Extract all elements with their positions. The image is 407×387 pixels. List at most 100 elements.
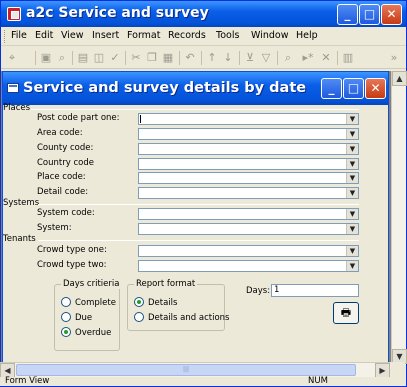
crowd-type-two-combo[interactable]: ▼ [138,260,359,272]
place-code-combo[interactable]: ▼ [138,172,359,184]
delete-record-icon[interactable]: ✕ [319,51,333,65]
radio-details-label: Details [148,298,178,308]
menu-format[interactable]: Format [127,30,160,41]
crowd-type-one-combo[interactable]: ▼ [138,245,359,257]
print-icon[interactable]: ▤ [76,51,90,65]
toolbar-overflow-icon[interactable]: » [389,51,399,65]
chevron-down-icon[interactable]: ▼ [346,224,358,234]
print-report-button[interactable]: 🖶 [333,302,359,324]
radio-circle-icon[interactable] [61,312,71,322]
radio-complete-label: Complete [75,298,116,308]
menu-bar: File Edit View Insert Format Records Too… [1,27,406,46]
access-app-icon[interactable] [7,7,21,21]
minimize-icon: _ [328,81,335,95]
radio-circle-icon[interactable] [61,297,71,307]
form-minimize-button[interactable]: _ [321,78,342,99]
maximize-icon: □ [347,81,360,95]
form-title: Service and survey details by date [23,80,307,96]
menu-grip[interactable] [4,30,7,43]
menu-tools[interactable]: Tools [216,30,239,41]
undo-icon[interactable]: ↶ [183,51,197,65]
print-preview-icon[interactable]: ◫ [92,51,106,65]
chevron-down-icon[interactable]: ▼ [346,246,358,256]
save-icon[interactable]: ▣ [39,51,53,65]
menu-insert[interactable]: Insert [92,30,119,41]
minimize-button[interactable]: _ [337,4,358,25]
menu-help[interactable]: Help [296,30,318,41]
form-close-button[interactable]: ✕ [365,78,386,99]
scroll-up-icon[interactable]: ▲ [392,71,407,86]
filter-by-selection-icon[interactable]: ⊻ [243,51,257,65]
chevron-down-icon[interactable]: ▼ [346,144,358,154]
paste-icon[interactable]: ▦ [161,51,175,65]
radio-due[interactable]: Due [61,312,92,323]
radio-due-label: Due [75,313,93,323]
radio-details[interactable]: Details [134,297,177,308]
menu-window[interactable]: Window [251,30,288,41]
sort-descending-icon[interactable]: ↓ [221,51,235,65]
days-label: Days: [246,286,271,296]
chevron-down-icon[interactable]: ▼ [346,209,358,219]
country-code-combo[interactable]: ▼ [138,158,359,170]
toolbar-separator [35,51,36,65]
section-tenants-label: Tenants [3,234,36,244]
chevron-down-icon[interactable]: ▼ [346,129,358,139]
toolbar-separator [277,51,278,65]
search-file-icon[interactable]: ⌕ [55,51,69,65]
toolbar-separator [125,51,126,65]
close-button[interactable]: ✕ [381,4,402,25]
cut-icon[interactable]: ✂ [129,51,143,65]
county-code-combo[interactable]: ▼ [138,143,359,155]
app-title-bar: a2c Service and survey _ □ ✕ [1,1,406,27]
database-window-icon[interactable]: ▥ [341,51,355,65]
report-format-title: Report format [134,279,198,289]
system-code-label: System code: [37,208,95,218]
copy-icon[interactable]: ❐ [145,51,159,65]
post-code-label: Post code part one: [37,113,120,123]
detail-code-combo[interactable]: ▼ [138,187,359,199]
radio-selected-icon[interactable] [134,297,144,307]
radio-details-and-actions[interactable]: Details and actions [134,312,229,323]
maximize-button[interactable]: □ [359,4,380,25]
form-maximize-button[interactable]: □ [343,78,364,99]
chevron-down-icon[interactable]: ▼ [346,173,358,183]
radio-circle-icon[interactable] [134,312,144,322]
days-criteria-title: Days critieria [61,279,122,289]
country-code-label: Country code [37,158,94,168]
system-code-combo[interactable]: ▼ [138,208,359,220]
find-icon[interactable]: ⌕ [281,51,295,65]
design-view-icon[interactable]: ⌖ [5,51,19,65]
horizontal-scroll-thumb[interactable]: ||| [16,364,356,376]
horizontal-scrollbar[interactable]: ◀ ||| ▶ [0,362,390,378]
sort-ascending-icon[interactable]: ↑ [205,51,219,65]
menu-view[interactable]: View [61,30,84,41]
vertical-scrollbar[interactable]: ▲ ▼ [391,71,407,365]
filter-by-form-icon[interactable]: ▽ [259,51,273,65]
spelling-icon[interactable]: ✓ [108,51,122,65]
form-icon[interactable] [7,83,19,93]
toolbar-separator [239,51,240,65]
scroll-right-icon[interactable]: ▶ [375,363,390,378]
chevron-down-icon[interactable]: ▼ [346,114,358,124]
days-input[interactable]: 1 [271,284,359,297]
detail-code-label: Detail code: [37,187,89,197]
radio-selected-icon[interactable] [61,327,71,337]
minimize-icon: _ [344,7,351,21]
chevron-down-icon[interactable]: ▼ [346,261,358,271]
menu-records[interactable]: Records [168,30,206,41]
section-places-label: Places [3,103,31,113]
post-code-combo[interactable]: ▼ [138,113,359,125]
menu-file[interactable]: File [11,30,27,41]
chevron-down-icon[interactable]: ▼ [346,188,358,198]
crowd-type-one-label: Crowd type one: [37,245,107,255]
new-record-icon[interactable]: ▸* [301,51,315,65]
menu-edit[interactable]: Edit [35,30,53,41]
system-combo[interactable]: ▼ [138,223,359,235]
section-places-divider [31,109,359,110]
area-code-label: Area code: [37,128,83,138]
radio-overdue[interactable]: Overdue [61,327,111,338]
county-code-label: County code: [37,143,94,153]
radio-complete[interactable]: Complete [61,297,116,308]
area-code-combo[interactable]: ▼ [138,128,359,140]
chevron-down-icon[interactable]: ▼ [346,159,358,169]
